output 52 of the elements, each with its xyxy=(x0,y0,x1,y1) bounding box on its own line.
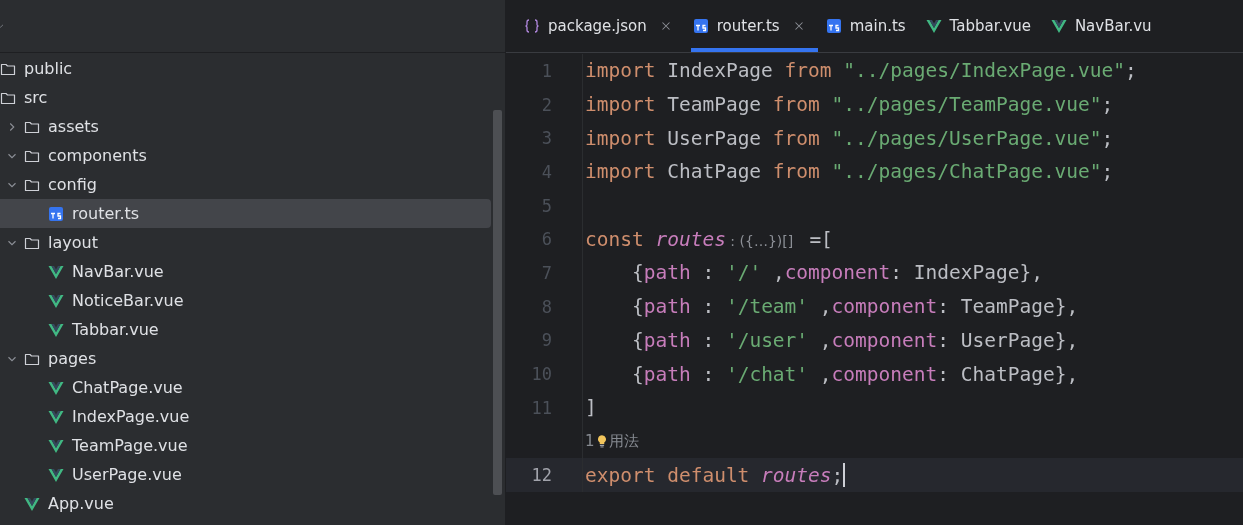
code-line: const routes : ({…})[] =[ xyxy=(585,227,833,251)
tree-item[interactable]: NoticeBar.vue xyxy=(0,286,491,315)
v-logo-icon xyxy=(48,408,64,425)
editor-tab[interactable]: package.json xyxy=(522,0,685,52)
tree-item[interactable]: ChatPage.vue xyxy=(0,373,491,402)
tree-item[interactable]: public xyxy=(24,59,73,78)
code-line: {path : '/chat' ,component: ChatPage}, xyxy=(630,362,1079,386)
usage-count[interactable]: 1 xyxy=(585,432,595,451)
tree-item[interactable]: src xyxy=(24,88,48,107)
code-line: export default routes; xyxy=(585,463,844,487)
tree-item[interactable]: Tabbar.vue xyxy=(0,315,491,344)
code-line: {path : '/team' ,component: TeamPage}, xyxy=(630,295,1079,319)
v-logo-icon xyxy=(48,263,64,280)
tree-item[interactable]: UserPage.vue xyxy=(0,460,491,489)
v-logo-icon xyxy=(24,495,40,512)
tree-item[interactable]: config xyxy=(48,175,97,194)
line-number: 12 xyxy=(531,465,552,486)
tree-item[interactable]: NavBar.vue xyxy=(0,257,491,286)
code-line: {path : '/' ,component: IndexPage}, xyxy=(630,261,1043,285)
text-cursor xyxy=(843,463,846,488)
v-logo-icon xyxy=(48,379,64,396)
typescript-file-icon xyxy=(825,18,842,34)
scrollbar[interactable] xyxy=(493,110,502,495)
v-logo-icon xyxy=(925,18,942,34)
typescript-file-icon xyxy=(48,205,64,222)
editor-tab[interactable]: router.ts xyxy=(690,0,818,52)
tree-item[interactable]: router.ts xyxy=(0,199,491,228)
tree-item[interactable]: IndexPage.vue xyxy=(0,402,491,431)
tree-item[interactable]: assets xyxy=(48,117,99,136)
editor-tab[interactable]: NavBar.vu xyxy=(1048,0,1164,52)
editor-tab[interactable]: Tabbar.vue xyxy=(923,0,1043,52)
tree-item[interactable]: pages xyxy=(48,349,97,368)
code-line: import ChatPage from "../pages/ChatPage.vue"; xyxy=(585,160,1114,184)
v-logo-icon xyxy=(48,437,64,454)
code-line: ] xyxy=(585,396,597,420)
v-logo-icon xyxy=(48,292,64,309)
code-line: import IndexPage from "../pages/IndexPage.vue"; xyxy=(585,59,1137,83)
usage-link[interactable]: 用法 xyxy=(608,431,639,451)
tree-item[interactable]: App.vue xyxy=(0,489,491,518)
code-line: import UserPage from "../pages/UserPage.vue"; xyxy=(585,126,1114,150)
editor-tab[interactable]: main.ts xyxy=(823,0,918,52)
v-logo-icon xyxy=(48,321,64,338)
v-logo-icon xyxy=(1050,18,1067,34)
tree-item[interactable]: components xyxy=(48,146,147,165)
code-line: {path : '/user' ,component: UserPage}, xyxy=(630,328,1079,352)
tree-item[interactable]: TeamPage.vue xyxy=(0,431,491,460)
tree-item[interactable]: layout xyxy=(48,233,98,252)
braces-icon xyxy=(524,18,540,34)
chevron-icon[interactable] xyxy=(0,21,6,31)
v-logo-icon xyxy=(48,466,64,483)
typescript-file-icon xyxy=(692,18,709,34)
code-line: import TeamPage from "../pages/TeamPage.vue"; xyxy=(585,93,1114,117)
